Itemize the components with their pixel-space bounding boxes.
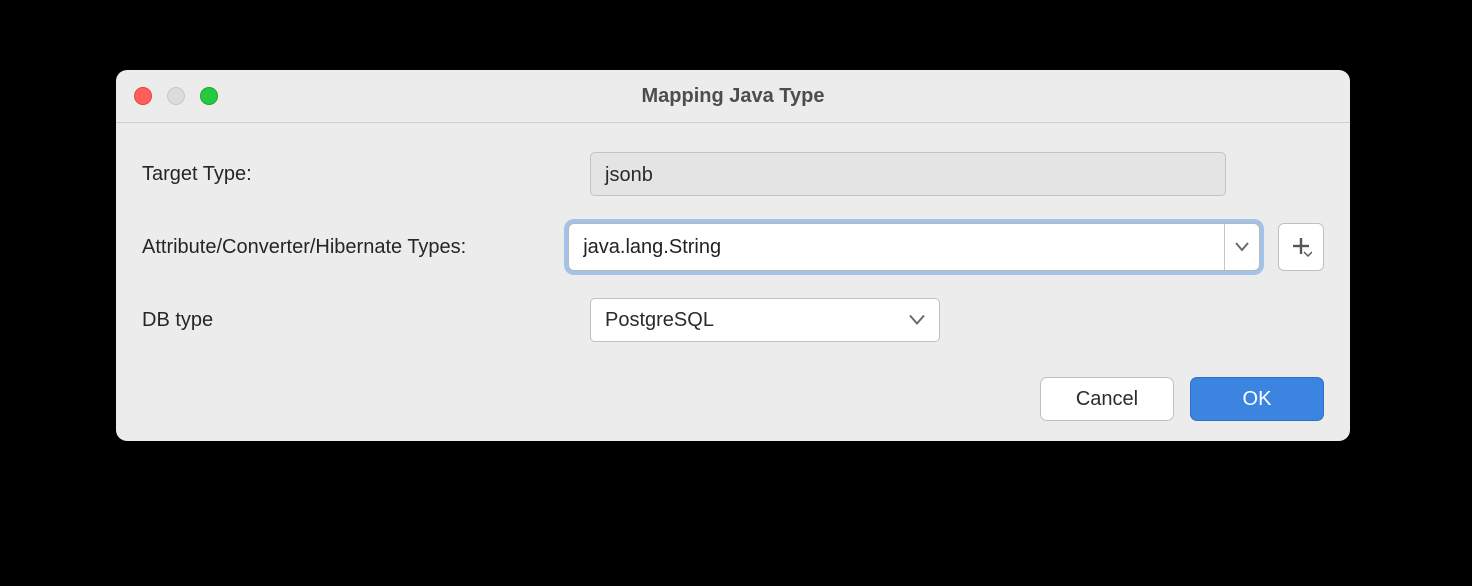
target-type-label: Target Type:: [142, 163, 590, 186]
dialog-title: Mapping Java Type: [116, 70, 1350, 122]
row-attr-types: Attribute/Converter/Hibernate Types:: [142, 223, 1324, 271]
window-controls: [134, 87, 218, 105]
mapping-java-type-dialog: Mapping Java Type Target Type: jsonb Att…: [116, 70, 1350, 441]
dialog-footer: Cancel OK: [1040, 377, 1324, 421]
close-icon[interactable]: [134, 87, 152, 105]
db-type-select[interactable]: PostgreSQL: [590, 298, 940, 342]
ok-button[interactable]: OK: [1190, 377, 1324, 421]
minimize-icon: [167, 87, 185, 105]
attr-types-input[interactable]: [569, 224, 1224, 270]
db-type-value: PostgreSQL: [605, 309, 714, 332]
plus-icon: [1290, 235, 1312, 260]
row-target-type: Target Type: jsonb: [142, 151, 1324, 197]
chevron-down-icon: [1235, 240, 1249, 255]
add-type-button[interactable]: [1278, 223, 1324, 271]
cancel-button[interactable]: Cancel: [1040, 377, 1174, 421]
titlebar: Mapping Java Type: [116, 70, 1350, 123]
attr-types-label: Attribute/Converter/Hibernate Types:: [142, 236, 568, 259]
row-db-type: DB type PostgreSQL: [142, 297, 1324, 343]
attr-types-combo[interactable]: [568, 223, 1260, 271]
chevron-down-icon: [909, 309, 925, 332]
db-type-label: DB type: [142, 309, 590, 332]
dialog-content: Target Type: jsonb Attribute/Converter/H…: [116, 123, 1350, 363]
zoom-icon[interactable]: [200, 87, 218, 105]
target-type-field: jsonb: [590, 152, 1226, 196]
attr-types-dropdown-button[interactable]: [1224, 224, 1259, 270]
